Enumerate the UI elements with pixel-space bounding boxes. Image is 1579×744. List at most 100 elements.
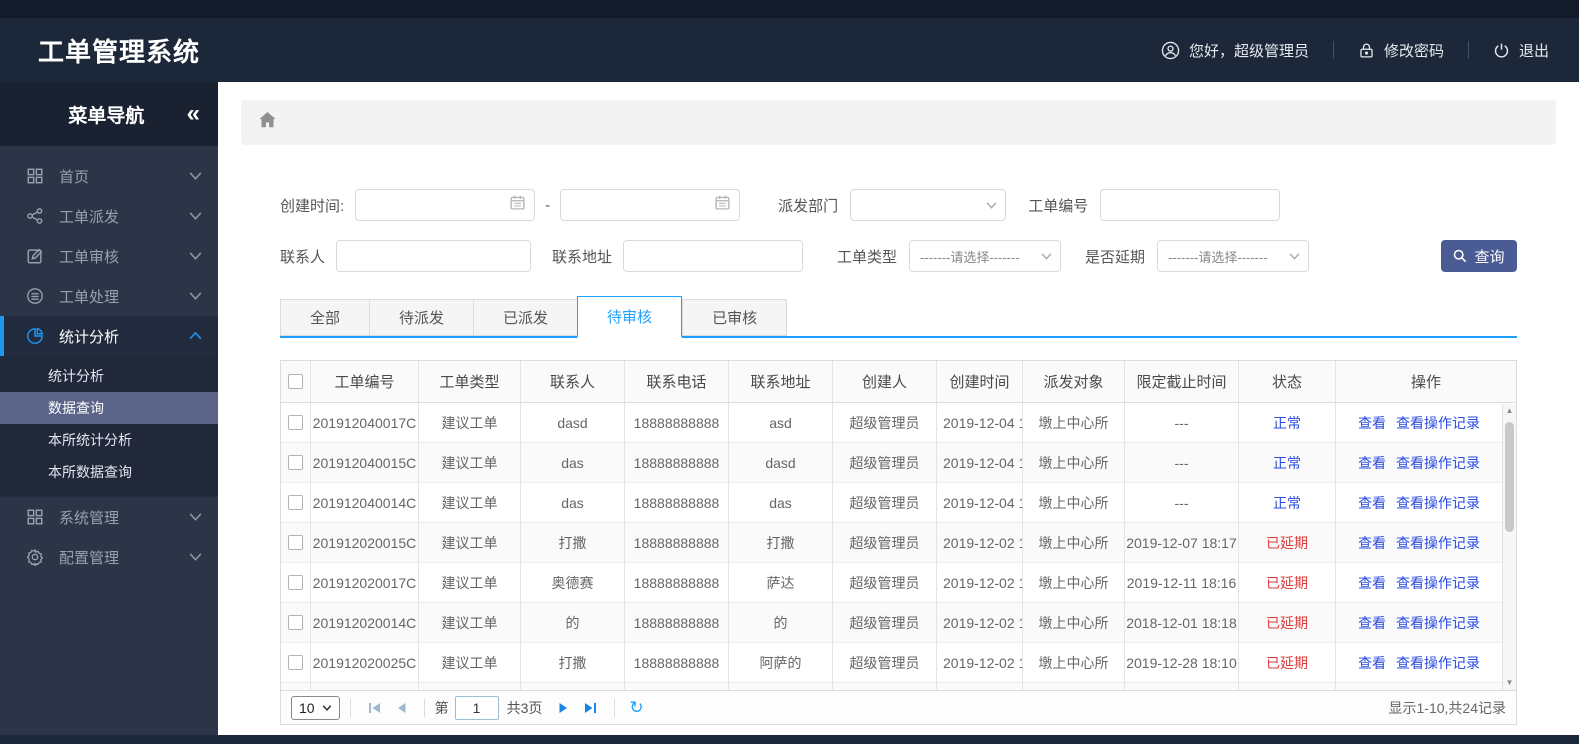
cell-target: 墩上中心所 [1023, 523, 1125, 562]
order-type-select[interactable]: -------请选择------- [909, 240, 1062, 272]
sidebar-subitem-数据查询[interactable]: 数据查询 [0, 392, 218, 424]
select-all-checkbox[interactable] [288, 374, 303, 389]
sidebar-item-首页[interactable]: 首页 [0, 156, 218, 196]
cell-created: 2019-12-04 15 [937, 403, 1023, 442]
order-no-input[interactable] [1100, 189, 1281, 221]
view-log-link[interactable]: 查看操作记录 [1396, 413, 1480, 433]
view-log-link[interactable]: 查看操作记录 [1396, 493, 1480, 513]
prev-page-button[interactable] [396, 702, 407, 714]
view-log-link[interactable]: 查看操作记录 [1396, 613, 1480, 633]
view-link[interactable]: 查看 [1358, 413, 1386, 433]
table-row: 201912040017C 建议工单 dasd 18888888888 asd 超级管理员… [281, 403, 1502, 443]
row-checkbox[interactable] [288, 495, 303, 510]
calendar-icon[interactable] [509, 194, 526, 216]
row-checkbox[interactable] [288, 575, 303, 590]
row-checkbox[interactable] [288, 535, 303, 550]
logout-button[interactable]: 退出 [1493, 40, 1549, 61]
last-page-button[interactable] [583, 702, 597, 714]
view-link[interactable]: 查看 [1358, 573, 1386, 593]
scrollbar-track[interactable] [1503, 418, 1516, 676]
table-row: 201912020025C 建议工单 打撒 18888888888 阿萨的 超级管理员 20… [281, 643, 1502, 683]
view-link[interactable]: 查看 [1358, 533, 1386, 553]
change-password-button[interactable]: 修改密码 [1358, 40, 1444, 61]
sidebar-item-工单派发[interactable]: 工单派发 [0, 196, 218, 236]
tab-已审核[interactable]: 已审核 [682, 299, 788, 336]
chevron-down-icon [322, 704, 331, 711]
row-checkbox[interactable] [288, 655, 303, 670]
tab-待派发[interactable]: 待派发 [369, 299, 474, 336]
chevron-down-icon [986, 201, 997, 209]
row-select-cell [281, 403, 311, 442]
edit-icon [26, 247, 46, 265]
view-log-link[interactable]: 查看操作记录 [1396, 533, 1480, 553]
scroll-up-icon[interactable]: ▲ [1506, 404, 1514, 418]
contact-input[interactable] [336, 240, 532, 272]
sidebar-item-label: 首页 [59, 168, 90, 186]
sidebar-item-label: 配置管理 [59, 549, 120, 567]
sidebar-subitem-统计分析[interactable]: 统计分析 [0, 360, 218, 392]
delay-select[interactable]: -------请选择------- [1157, 240, 1310, 272]
cell-order-no: 201912020015C [311, 523, 419, 562]
view-link[interactable]: 查看 [1358, 493, 1386, 513]
address-label: 联系地址 [552, 248, 613, 266]
cell-target: 墩上中心所 [1023, 643, 1125, 682]
sidebar-subitem-本所统计分析[interactable]: 本所统计分析 [0, 424, 218, 456]
sidebar-item-工单处理[interactable]: 工单处理 [0, 276, 218, 316]
row-select-cell [281, 443, 311, 482]
search-button[interactable]: 查询 [1441, 240, 1517, 272]
cell-order-no: 201912040015C [311, 443, 419, 482]
sidebar-item-系统管理[interactable]: 系统管理 [0, 497, 218, 537]
create-time-label: 创建时间: [280, 197, 345, 215]
address-input[interactable] [623, 240, 804, 272]
current-page-input[interactable] [454, 695, 499, 720]
sidebar-header: 菜单导航 « [0, 82, 218, 146]
chevron-down-icon [189, 252, 202, 260]
view-link[interactable]: 查看 [1358, 453, 1386, 473]
start-date-input[interactable] [355, 189, 536, 221]
first-page-button[interactable] [368, 702, 382, 714]
cell-phone: 18888888888 [625, 403, 729, 442]
end-date-input[interactable] [560, 189, 741, 221]
dispatch-dept-select[interactable] [850, 189, 1007, 221]
sidebar-item-配置管理[interactable]: 配置管理 [0, 537, 218, 577]
sidebar-item-统计分析[interactable]: 统计分析 [0, 316, 218, 356]
scroll-down-icon[interactable]: ▼ [1506, 676, 1514, 690]
page-size-select[interactable]: 10 [291, 695, 340, 720]
refresh-icon[interactable]: ↻ [629, 698, 643, 718]
cell-created: 2019-12-02 17 [937, 563, 1023, 602]
view-log-link[interactable]: 查看操作记录 [1396, 573, 1480, 593]
scrollbar-thumb[interactable] [1505, 422, 1514, 532]
sidebar-subitem-本所数据查询[interactable]: 本所数据查询 [0, 456, 218, 488]
row-checkbox[interactable] [288, 615, 303, 630]
view-link[interactable]: 查看 [1358, 613, 1386, 633]
dispatch-dept-label: 派发部门 [778, 197, 839, 215]
sidebar-item-label: 系统管理 [59, 509, 120, 527]
cell-contact: 的 [521, 603, 625, 642]
next-page-button[interactable] [558, 702, 569, 714]
view-log-link[interactable]: 查看操作记录 [1396, 653, 1480, 673]
column-header: 创建人 [833, 361, 937, 403]
view-log-link[interactable]: 查看操作记录 [1396, 453, 1480, 473]
column-header: 联系地址 [729, 361, 833, 403]
tab-已派发[interactable]: 已派发 [473, 299, 578, 336]
cell-type: 建议工单 [419, 443, 521, 482]
cell-creator: 超级管理员 [833, 523, 937, 562]
sidebar-collapse-icon[interactable]: « [187, 102, 200, 126]
tab-待审核[interactable]: 待审核 [577, 296, 683, 338]
home-icon[interactable] [258, 111, 277, 134]
calendar-icon[interactable] [714, 194, 731, 216]
tab-全部[interactable]: 全部 [280, 299, 370, 336]
cell-type: 建议工单 [419, 563, 521, 602]
sidebar-item-工单审核[interactable]: 工单审核 [0, 236, 218, 276]
order-no-label: 工单编号 [1028, 197, 1089, 215]
table-scrollbar[interactable]: ▲ ▼ [1502, 404, 1516, 690]
window-footer-strip [0, 735, 1579, 744]
view-link[interactable]: 查看 [1358, 653, 1386, 673]
row-checkbox[interactable] [288, 455, 303, 470]
row-checkbox[interactable] [288, 415, 303, 430]
table-row: 201912020014C 建议工单的 18888888888 的超级管理员 2019-… [281, 603, 1502, 643]
user-greeting[interactable]: 您好，超级管理员 [1161, 40, 1309, 61]
delay-value: -------请选择------- [1168, 249, 1268, 265]
divider [614, 698, 616, 717]
cell-address: 的 [729, 603, 833, 642]
